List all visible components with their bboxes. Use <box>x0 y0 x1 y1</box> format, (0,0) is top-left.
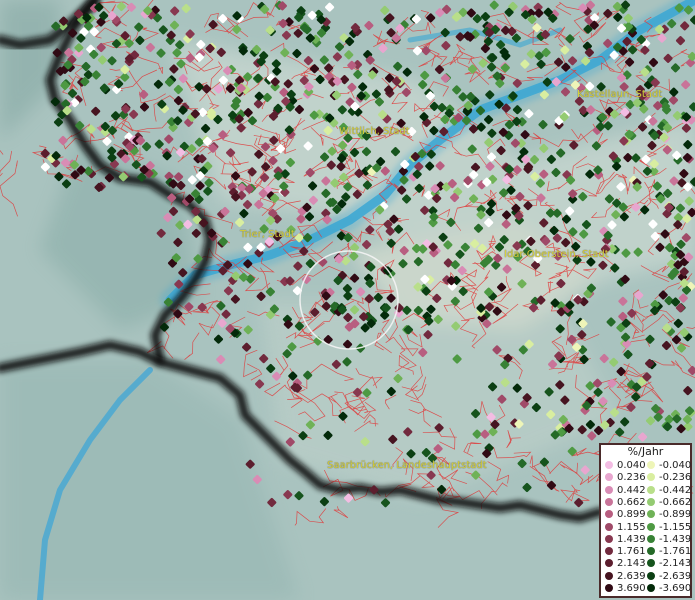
legend-value: -1.155 <box>659 521 692 533</box>
legend-value: 1.439 <box>617 533 646 545</box>
legend-value: -2.639 <box>659 570 692 582</box>
legend-swatch <box>605 473 613 482</box>
legend-swatch <box>647 485 655 494</box>
legend-value: -0.899 <box>659 509 692 521</box>
legend-swatch <box>647 571 655 580</box>
legend-swatch <box>647 559 655 568</box>
city-label-trier: Trier, Stadt <box>240 229 295 240</box>
city-label-wittlich: Wittlich, Stadt <box>339 126 410 137</box>
legend-swatch <box>647 510 655 519</box>
legend-value: 1.155 <box>617 521 646 533</box>
legend-value: 0.040 <box>617 460 646 471</box>
legend-value: 3.690 <box>617 583 646 594</box>
legend-swatch <box>647 534 655 543</box>
legend-swatch <box>605 534 613 543</box>
legend-swatch <box>647 522 655 531</box>
legend-value: -0.236 <box>659 472 692 484</box>
legend-swatch <box>605 497 613 506</box>
city-label-kastellaun: Kastellaun, Stadt <box>577 89 663 100</box>
legend-value: -0.662 <box>659 496 692 508</box>
legend-swatch <box>605 510 613 519</box>
legend-swatch <box>605 571 613 580</box>
legend-value: 0.899 <box>617 509 646 521</box>
legend-swatch <box>605 485 613 494</box>
legend-swatch <box>605 559 613 568</box>
legend-title: %/Jahr <box>627 445 664 458</box>
legend-value: 2.143 <box>617 558 646 570</box>
legend-swatch <box>605 547 613 556</box>
legend-value: -0.040 <box>659 460 692 471</box>
legend-swatch <box>605 522 613 531</box>
legend-swatch <box>647 584 655 592</box>
legend-swatch <box>647 461 655 469</box>
legend-value: -3.690 <box>659 583 692 594</box>
legend-swatch <box>647 497 655 506</box>
legend-value: -1.761 <box>659 546 692 558</box>
city-label-idar-oberstein: Idar-Oberstein, Stadt <box>504 249 609 260</box>
legend-value: 1.761 <box>617 546 646 558</box>
legend-value: -0.442 <box>659 484 692 496</box>
legend-value: -2.143 <box>659 558 692 570</box>
legend-value: -1.439 <box>659 533 692 545</box>
legend-swatch <box>605 584 613 592</box>
legend-value: 0.442 <box>617 484 646 496</box>
legend-swatch <box>605 461 613 469</box>
legend-value: 0.662 <box>617 496 646 508</box>
legend-value: 2.639 <box>617 570 646 582</box>
legend: %/Jahr 0.040 0.236 0.442 0.662 0.899 1.155 1.4… <box>599 443 692 598</box>
legend-value: 0.236 <box>617 472 646 484</box>
legend-swatch <box>647 547 655 556</box>
legend-swatch <box>647 473 655 482</box>
city-label-saarbruecken: Saarbrücken, Landeshauptstadt <box>327 460 487 471</box>
